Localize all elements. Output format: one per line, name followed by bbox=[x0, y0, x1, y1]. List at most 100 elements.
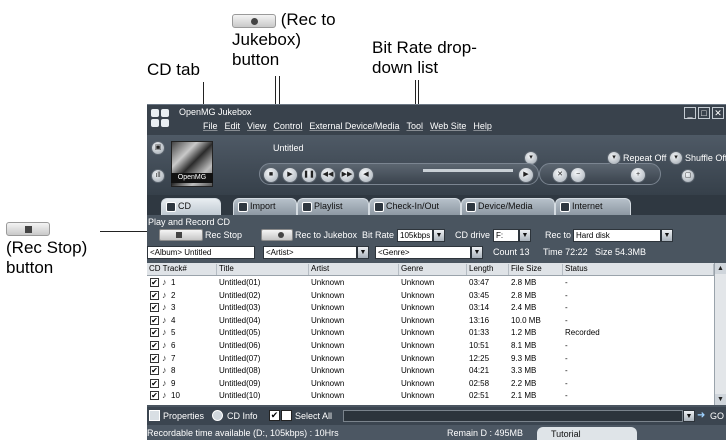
select-all-check-icon[interactable]: ✔ bbox=[269, 410, 280, 421]
pause-icon[interactable]: ❚❚ bbox=[301, 167, 317, 183]
tab-check-in-out[interactable]: Check-In/Out bbox=[369, 198, 461, 215]
go-button[interactable]: GO bbox=[710, 411, 724, 421]
equalizer-icon[interactable]: ıll bbox=[151, 169, 165, 183]
bit-rate-select[interactable]: 105kbps bbox=[397, 229, 433, 242]
col-file-size[interactable]: File Size bbox=[509, 264, 563, 275]
table-cell: Untitled(08) bbox=[219, 366, 261, 376]
tab-device-media[interactable]: Device/Media bbox=[461, 198, 555, 215]
stop-icon[interactable]: ■ bbox=[263, 167, 279, 183]
cd-drive-select[interactable]: F: bbox=[493, 229, 519, 242]
menu-external-device[interactable]: External Device/Media bbox=[309, 121, 399, 131]
next-icon[interactable]: ▶▶ bbox=[339, 167, 355, 183]
shuffle-toggle-icon[interactable]: ▾ bbox=[669, 151, 683, 165]
now-playing-title: Untitled bbox=[273, 143, 304, 153]
rec-stop-button[interactable] bbox=[159, 229, 203, 241]
properties-icon[interactable] bbox=[149, 410, 160, 421]
volume-up-icon[interactable]: + bbox=[630, 167, 646, 183]
artist-field[interactable]: <Artist> bbox=[263, 246, 357, 259]
track-checkbox[interactable]: ✔ bbox=[150, 353, 159, 363]
table-cell: 8 bbox=[171, 366, 176, 376]
select-all-button[interactable]: Select All bbox=[295, 411, 332, 421]
rec-stop-label: Rec Stop bbox=[205, 230, 243, 240]
play-icon[interactable]: ▶ bbox=[282, 167, 298, 183]
track-checkbox[interactable]: ✔ bbox=[150, 391, 159, 401]
table-cell: - bbox=[565, 378, 568, 388]
maximize-icon[interactable]: □ bbox=[698, 107, 710, 119]
table-scrollbar[interactable]: ▲ ▼ bbox=[714, 263, 726, 405]
title-bar: OpenMG Jukebox File Edit View Control Ex… bbox=[147, 105, 726, 135]
cd-info-icon[interactable] bbox=[212, 410, 223, 421]
fast-forward-icon[interactable]: ▶ bbox=[518, 167, 534, 183]
genre-dropdown-icon[interactable]: ▼ bbox=[471, 246, 483, 259]
table-row[interactable]: ✔ ♪ 8 Untitled(08) Unknown Unknown 04:21 3.3 MB… bbox=[147, 365, 714, 377]
table-row[interactable]: ✔ ♪ 9 Untitled(09) Unknown Unknown 02:58 2.2 MB… bbox=[147, 378, 714, 390]
tab-playlist[interactable]: Playlist bbox=[297, 198, 369, 215]
minimize-icon[interactable]: _ bbox=[684, 107, 696, 119]
repeat-label[interactable]: Repeat Off bbox=[623, 153, 666, 163]
album-field[interactable]: <Album> Untitled bbox=[147, 246, 255, 259]
col-cd-track[interactable]: CD Track# bbox=[147, 264, 217, 275]
table-row[interactable]: ✔ ♪ 10 Untitled(10) Unknown Unknown 02:51 2.1 M… bbox=[147, 390, 714, 402]
repeat-toggle-icon[interactable]: ▾ bbox=[607, 151, 621, 165]
seek-slider[interactable] bbox=[423, 169, 513, 172]
table-row[interactable]: ✔ ♪ 4 Untitled(04) Unknown Unknown 13:16 10.0 M… bbox=[147, 315, 714, 327]
track-checkbox[interactable]: ✔ bbox=[150, 328, 159, 338]
mini-mode-icon[interactable]: ▣ bbox=[151, 141, 165, 155]
table-cell: 2.2 MB bbox=[511, 378, 537, 388]
shuffle-label[interactable]: Shuffle Off bbox=[685, 153, 726, 163]
track-checkbox[interactable]: ✔ bbox=[150, 341, 159, 350]
table-cell: - bbox=[565, 278, 568, 287]
cd-info-button[interactable]: CD Info bbox=[227, 411, 258, 421]
menu-web-site[interactable]: Web Site bbox=[430, 121, 466, 131]
menu-tool[interactable]: Tool bbox=[406, 121, 423, 131]
go-arrow-icon[interactable]: ➜ bbox=[697, 410, 705, 421]
col-artist[interactable]: Artist bbox=[309, 264, 399, 275]
rec-to-jukebox-button[interactable] bbox=[261, 229, 293, 241]
url-dropdown-icon[interactable]: ▼ bbox=[683, 410, 695, 422]
tab-import[interactable]: Import bbox=[233, 198, 297, 215]
properties-button[interactable]: Properties bbox=[163, 411, 204, 421]
menu-edit[interactable]: Edit bbox=[225, 121, 241, 131]
table-cell: Untitled(05) bbox=[219, 328, 261, 338]
track-checkbox[interactable]: ✔ bbox=[150, 278, 159, 287]
track-checkbox[interactable]: ✔ bbox=[150, 290, 159, 300]
rec-to-select[interactable]: Hard disk bbox=[573, 229, 661, 242]
col-length[interactable]: Length bbox=[467, 264, 509, 275]
cd-drive-dropdown-icon[interactable]: ▼ bbox=[519, 229, 531, 242]
col-title[interactable]: Title bbox=[217, 264, 309, 275]
table-row[interactable]: ✔ ♪ 3 Untitled(03) Unknown Unknown 03:14 2.4 MB… bbox=[147, 302, 714, 314]
previous-icon[interactable]: ◀◀ bbox=[320, 167, 336, 183]
col-status[interactable]: Status bbox=[563, 264, 714, 275]
menu-help[interactable]: Help bbox=[473, 121, 492, 131]
rec-to-dropdown-icon[interactable]: ▼ bbox=[661, 229, 673, 242]
rewind-icon[interactable]: ◀ bbox=[358, 167, 374, 183]
select-all-box-icon[interactable] bbox=[281, 410, 292, 421]
table-row[interactable]: ✔ ♪ 2 Untitled(02) Unknown Unknown 03:45 2.8 MB… bbox=[147, 290, 714, 302]
table-row[interactable]: ✔ ♪ 6 Untitled(06) Unknown Unknown 10:51 8.1 MB… bbox=[147, 340, 714, 352]
track-checkbox[interactable]: ✔ bbox=[150, 366, 159, 376]
menu-file[interactable]: File bbox=[203, 121, 218, 131]
scroll-down-icon[interactable]: ▼ bbox=[715, 394, 726, 405]
tutorial-tab[interactable]: Tutorial bbox=[537, 427, 637, 440]
tab-internet[interactable]: Internet bbox=[555, 198, 631, 215]
volume-down-icon[interactable]: − bbox=[570, 167, 586, 183]
table-row[interactable]: ✔ ♪ 5 Untitled(05) Unknown Unknown 01:33 1.2 MB… bbox=[147, 327, 714, 339]
menu-control[interactable]: Control bbox=[273, 121, 302, 131]
genre-field[interactable]: <Genre> bbox=[375, 246, 471, 259]
table-cell: Untitled(01) bbox=[219, 278, 261, 287]
track-checkbox[interactable]: ✔ bbox=[150, 315, 159, 325]
menu-view[interactable]: View bbox=[247, 121, 266, 131]
url-field[interactable] bbox=[343, 410, 683, 422]
mute-icon[interactable]: ✕ bbox=[552, 167, 568, 183]
track-checkbox[interactable]: ✔ bbox=[150, 303, 159, 313]
tab-cd[interactable]: CD bbox=[161, 198, 221, 215]
close-icon[interactable]: ✕ bbox=[712, 107, 724, 119]
artist-dropdown-icon[interactable]: ▼ bbox=[357, 246, 369, 259]
table-row[interactable]: ✔ ♪ 7 Untitled(07) Unknown Unknown 12:25 9.3 MB… bbox=[147, 353, 714, 365]
scroll-up-icon[interactable]: ▲ bbox=[715, 263, 726, 274]
col-genre[interactable]: Genre bbox=[399, 264, 467, 275]
bit-rate-dropdown-icon[interactable]: ▼ bbox=[433, 229, 445, 242]
track-checkbox[interactable]: ✔ bbox=[150, 378, 159, 388]
screen-icon[interactable]: ▢ bbox=[681, 169, 695, 183]
table-row[interactable]: ✔ ♪ 1 Untitled(01) Unknown Unknown 03:47 2.8 MB… bbox=[147, 277, 714, 289]
